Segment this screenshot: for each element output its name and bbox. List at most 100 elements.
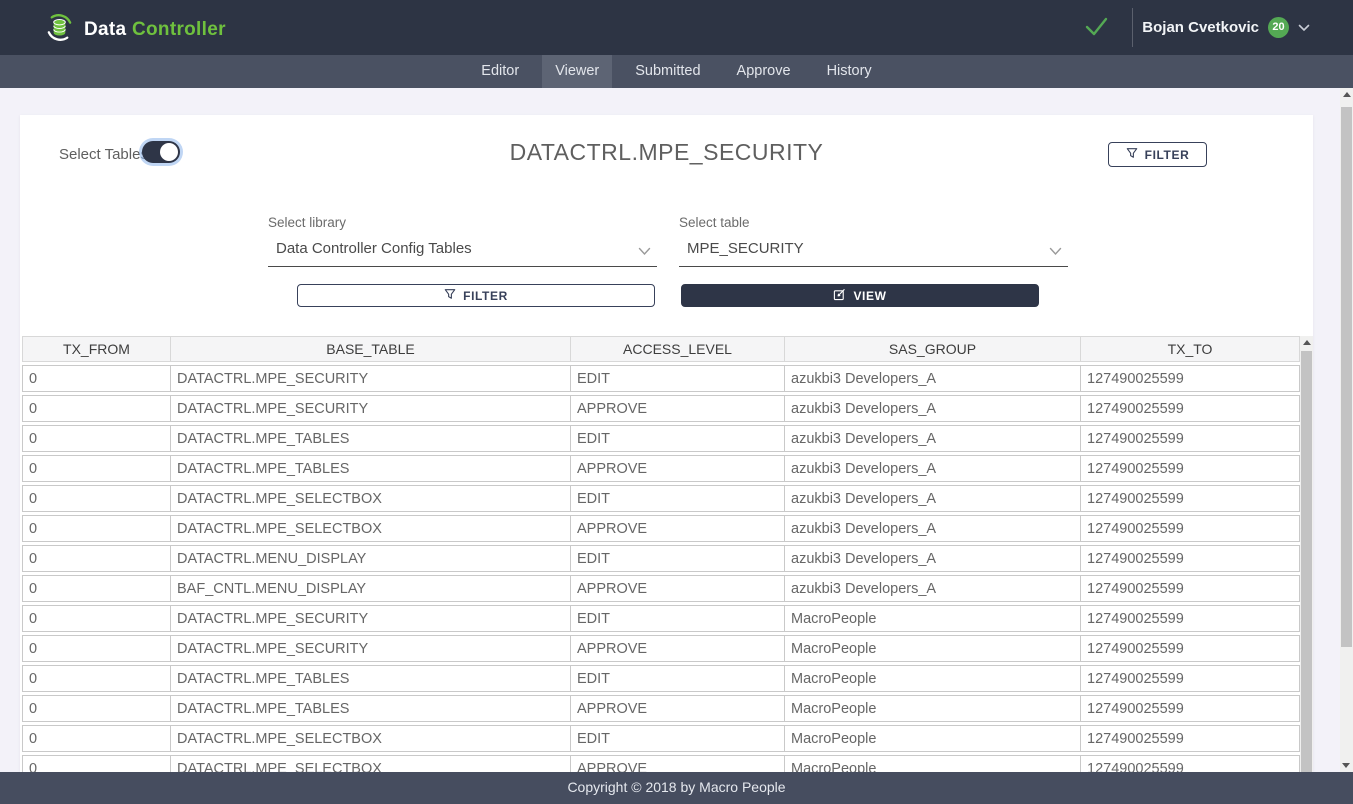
grid-scroll-up-arrow[interactable]	[1303, 340, 1311, 345]
table-cell[interactable]: EDIT	[571, 545, 785, 572]
table-cell[interactable]: 127490025599	[1081, 635, 1300, 662]
table-cell[interactable]: 127490025599	[1081, 485, 1300, 512]
table-cell[interactable]: DATACTRL.MPE_SELECTBOX	[171, 725, 571, 752]
table-cell[interactable]: 0	[22, 425, 171, 452]
table-cell[interactable]: DATACTRL.MPE_TABLES	[171, 665, 571, 692]
table-cell[interactable]: 0	[22, 485, 171, 512]
table-cell[interactable]: EDIT	[571, 425, 785, 452]
table-cell[interactable]: EDIT	[571, 725, 785, 752]
table-cell[interactable]: EDIT	[571, 485, 785, 512]
table-cell[interactable]: 127490025599	[1081, 455, 1300, 482]
table-cell[interactable]: EDIT	[571, 605, 785, 632]
column-header-tx-from[interactable]: TX_FROM	[22, 336, 171, 362]
column-header-tx-to[interactable]: TX_TO	[1081, 336, 1300, 362]
page-scrollbar-thumb[interactable]	[1341, 107, 1352, 647]
user-badge: 20	[1268, 17, 1289, 38]
table-cell[interactable]: DATACTRL.MPE_TABLES	[171, 455, 571, 482]
table-cell[interactable]: 127490025599	[1081, 725, 1300, 752]
table-cell[interactable]: azukbi3 Developers_A	[785, 395, 1081, 422]
table-cell[interactable]: azukbi3 Developers_A	[785, 365, 1081, 392]
table-cell[interactable]: 0	[22, 545, 171, 572]
table-row: 0DATACTRL.MPE_SECURITYEDITMacroPeople127…	[22, 605, 1300, 632]
table-cell[interactable]: 0	[22, 575, 171, 602]
table-cell[interactable]: 0	[22, 695, 171, 722]
tab-approve[interactable]: Approve	[724, 55, 804, 88]
table-select[interactable]: MPE_SECURITY	[679, 240, 1068, 267]
chevron-down-icon	[1298, 19, 1310, 37]
table-cell[interactable]: 127490025599	[1081, 665, 1300, 692]
column-header-base-table[interactable]: BASE_TABLE	[171, 336, 571, 362]
page-scrollbar[interactable]	[1340, 88, 1353, 772]
table-cell[interactable]: 0	[22, 665, 171, 692]
navbar-divider	[1132, 8, 1133, 47]
filter-button-top[interactable]: FILTER	[1108, 142, 1207, 167]
table-cell[interactable]: DATACTRL.MPE_SECURITY	[171, 605, 571, 632]
table-cell[interactable]: MacroPeople	[785, 725, 1081, 752]
table-cell[interactable]: DATACTRL.MPE_SELECTBOX	[171, 755, 571, 772]
tab-viewer[interactable]: Viewer	[542, 55, 612, 88]
table-cell[interactable]: DATACTRL.MPE_SECURITY	[171, 365, 571, 392]
table-cell[interactable]: DATACTRL.MPE_SECURITY	[171, 395, 571, 422]
table-cell[interactable]: 0	[22, 515, 171, 542]
table-cell[interactable]: 127490025599	[1081, 395, 1300, 422]
table-cell[interactable]: APPROVE	[571, 455, 785, 482]
table-cell[interactable]: azukbi3 Developers_A	[785, 485, 1081, 512]
user-menu[interactable]: Bojan Cvetkovic 20	[1142, 0, 1310, 55]
table-cell[interactable]: DATACTRL.MPE_SECURITY	[171, 635, 571, 662]
page-scroll-up-arrow[interactable]	[1343, 92, 1351, 97]
table-cell[interactable]: azukbi3 Developers_A	[785, 455, 1081, 482]
table-cell[interactable]: 0	[22, 755, 171, 772]
table-cell[interactable]: BAF_CNTL.MENU_DISPLAY	[171, 575, 571, 602]
library-select[interactable]: Data Controller Config Tables	[268, 240, 657, 267]
tab-editor[interactable]: Editor	[468, 55, 532, 88]
column-header-access-level[interactable]: ACCESS_LEVEL	[571, 336, 785, 362]
table-cell[interactable]: MacroPeople	[785, 695, 1081, 722]
page-scroll-down-arrow[interactable]	[1342, 763, 1350, 768]
table-cell[interactable]: azukbi3 Developers_A	[785, 575, 1081, 602]
table-cell[interactable]: 0	[22, 725, 171, 752]
table-cell[interactable]: MacroPeople	[785, 605, 1081, 632]
table-cell[interactable]: 127490025599	[1081, 695, 1300, 722]
table-cell[interactable]: azukbi3 Developers_A	[785, 515, 1081, 542]
funnel-icon	[1126, 147, 1138, 162]
filter-button[interactable]: FILTER	[297, 284, 655, 307]
table-cell[interactable]: EDIT	[571, 365, 785, 392]
tab-history[interactable]: History	[814, 55, 885, 88]
column-header-sas-group[interactable]: SAS_GROUP	[785, 336, 1081, 362]
table-cell[interactable]: azukbi3 Developers_A	[785, 425, 1081, 452]
table-cell[interactable]: EDIT	[571, 665, 785, 692]
table-cell[interactable]: 127490025599	[1081, 545, 1300, 572]
table-cell[interactable]: MacroPeople	[785, 635, 1081, 662]
table-cell[interactable]: APPROVE	[571, 695, 785, 722]
table-cell[interactable]: 0	[22, 395, 171, 422]
table-cell[interactable]: APPROVE	[571, 575, 785, 602]
table-cell[interactable]: 127490025599	[1081, 365, 1300, 392]
table-cell[interactable]: 0	[22, 635, 171, 662]
table-cell[interactable]: 127490025599	[1081, 575, 1300, 602]
table-cell[interactable]: DATACTRL.MPE_SELECTBOX	[171, 485, 571, 512]
table-cell[interactable]: 127490025599	[1081, 425, 1300, 452]
tab-submitted[interactable]: Submitted	[622, 55, 713, 88]
app-logo[interactable]: Data Controller	[44, 12, 226, 48]
table-cell[interactable]: 0	[22, 455, 171, 482]
table-cell[interactable]: DATACTRL.MPE_TABLES	[171, 425, 571, 452]
table-cell[interactable]: 127490025599	[1081, 755, 1300, 772]
table-cell[interactable]: azukbi3 Developers_A	[785, 545, 1081, 572]
table-cell[interactable]: MacroPeople	[785, 665, 1081, 692]
grid-scrollbar-thumb[interactable]	[1301, 351, 1312, 772]
table-cell[interactable]: DATACTRL.MPE_TABLES	[171, 695, 571, 722]
table-cell[interactable]: 0	[22, 605, 171, 632]
check-icon	[1083, 15, 1110, 43]
grid-scrollbar[interactable]	[1300, 336, 1313, 772]
table-cell[interactable]: DATACTRL.MENU_DISPLAY	[171, 545, 571, 572]
table-cell[interactable]: APPROVE	[571, 515, 785, 542]
table-cell[interactable]: APPROVE	[571, 395, 785, 422]
table-cell[interactable]: 0	[22, 365, 171, 392]
table-cell[interactable]: APPROVE	[571, 635, 785, 662]
table-cell[interactable]: 127490025599	[1081, 515, 1300, 542]
table-cell[interactable]: MacroPeople	[785, 755, 1081, 772]
table-cell[interactable]: 127490025599	[1081, 605, 1300, 632]
table-cell[interactable]: DATACTRL.MPE_SELECTBOX	[171, 515, 571, 542]
view-button[interactable]: VIEW	[681, 284, 1039, 307]
table-cell[interactable]: APPROVE	[571, 755, 785, 772]
